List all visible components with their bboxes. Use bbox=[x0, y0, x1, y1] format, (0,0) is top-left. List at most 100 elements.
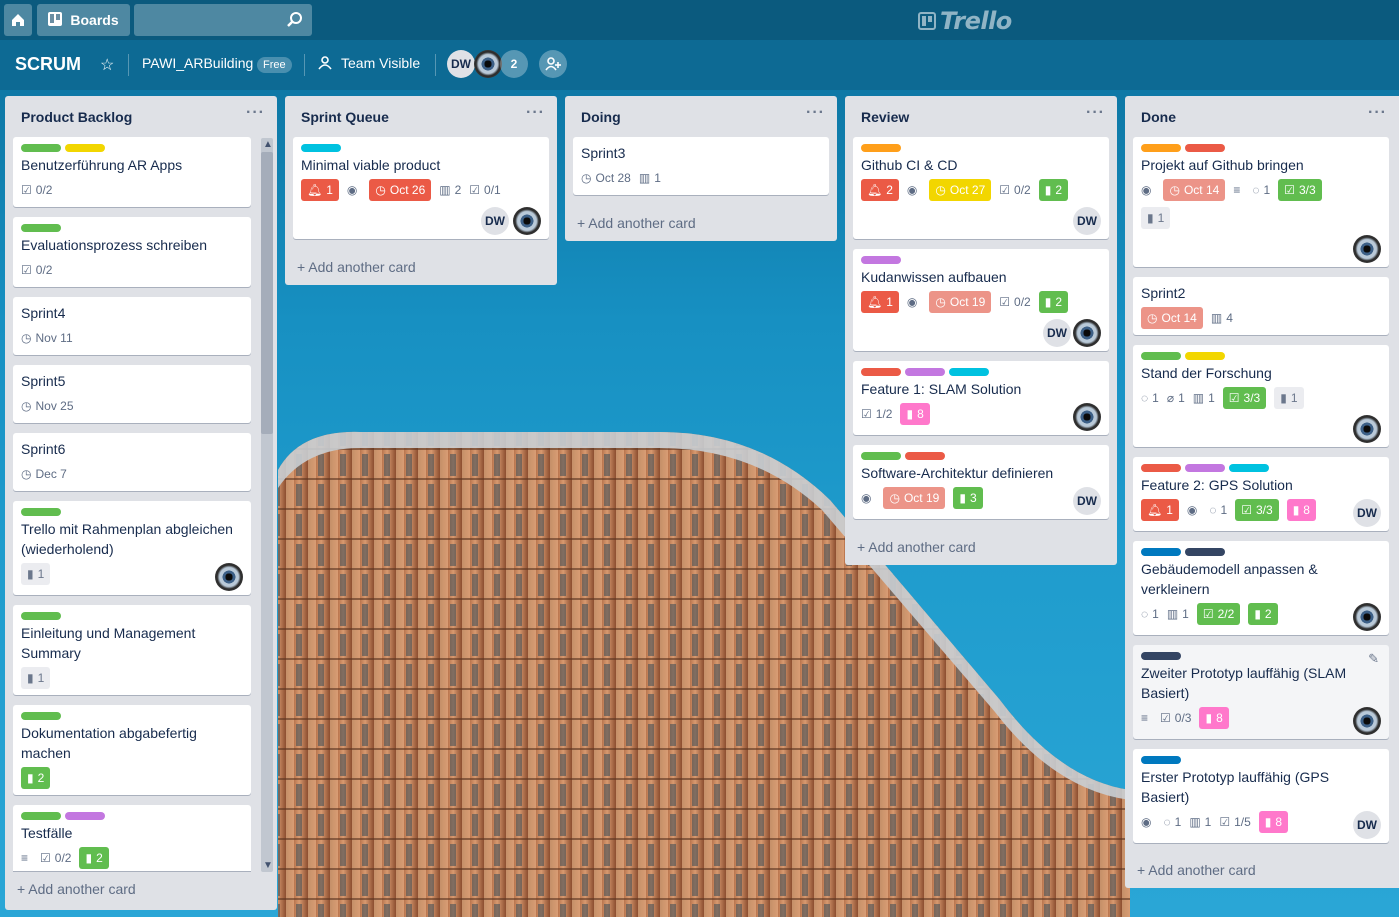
scroll-up-icon[interactable]: ▲ bbox=[263, 139, 273, 150]
scrollbar-thumb[interactable] bbox=[261, 152, 273, 434]
card[interactable]: ✎ Zweiter Prototyp lauffähig (SLAM Basie… bbox=[1133, 645, 1389, 739]
member-avatar-eye[interactable] bbox=[1353, 603, 1381, 631]
add-card-button[interactable]: + Add another card bbox=[297, 259, 416, 275]
star-icon[interactable]: ☆ bbox=[100, 55, 114, 75]
card-title: Kudanwissen aufbauen bbox=[861, 269, 1007, 285]
card[interactable]: Github CI & CD 🔔︎ 2 ◉ ◷ Oct 27 ☑ 0/2 ▮ 2 DW bbox=[853, 137, 1109, 239]
card[interactable]: Feature 2: GPS Solution 🔔︎ 1 ◉ ◌ 1 ☑ 3/3 ▮ 8… bbox=[1133, 457, 1389, 531]
checklist-badge: ☑ 0/2 bbox=[999, 183, 1031, 197]
card[interactable]: Einleitung und Management Summary ▮ 1 bbox=[13, 605, 251, 695]
card[interactable]: Gebäudemodell anpassen & verkleinern ◌ 1 … bbox=[1133, 541, 1389, 635]
card[interactable]: Stand der Forschung ◌ 1 ⌀ 1 ▥ 1 ☑ 3/3 ▮ 1 bbox=[1133, 345, 1389, 447]
invite-member-button[interactable] bbox=[539, 50, 567, 78]
card[interactable]: Dokumentation abgabefertig machen ▮ 2 bbox=[13, 705, 251, 795]
visibility-button[interactable]: Team Visible bbox=[341, 55, 420, 71]
member-avatar-eye[interactable] bbox=[1353, 707, 1381, 735]
card[interactable]: Kudanwissen aufbauen 🔔︎ 1 ◉ ◷ Oct 19 ☑ 0/2 … bbox=[853, 249, 1109, 351]
attachments-badge: ⌀ 1 bbox=[1166, 391, 1185, 405]
member-avatar-eye[interactable] bbox=[474, 50, 502, 78]
list-sprint-queue: Sprint Queue ··· Minimal viable product … bbox=[285, 96, 557, 285]
card-badges: 🔔︎ 2 ◉ ◷ Oct 27 ☑ 0/2 ▮ 2 bbox=[861, 179, 1076, 201]
member-avatar-dw[interactable]: DW bbox=[1353, 499, 1381, 527]
list-title[interactable]: Sprint Queue bbox=[301, 109, 389, 125]
member-avatar-eye[interactable] bbox=[1353, 235, 1381, 263]
list-menu-icon[interactable]: ··· bbox=[526, 104, 545, 122]
add-card-button[interactable]: + Add another card bbox=[1137, 862, 1256, 878]
member-avatar-eye[interactable] bbox=[513, 207, 541, 235]
card[interactable]: Erster Prototyp lauffähig (GPS Basiert) … bbox=[1133, 749, 1389, 843]
due-date-badge: ◷ Nov 25 bbox=[21, 399, 74, 413]
member-avatar-eye[interactable] bbox=[215, 563, 243, 591]
card[interactable]: Testfälle ≡ ☑ 0/2 ▮ 2 bbox=[13, 805, 251, 871]
member-avatar-dw[interactable]: DW bbox=[1073, 487, 1101, 515]
label-purple bbox=[861, 256, 901, 264]
trello-logo[interactable]: Trello bbox=[918, 7, 1012, 35]
card-labels bbox=[1141, 352, 1225, 360]
card[interactable]: Sprint3 ◷ Oct 28 ▥ 1 bbox=[573, 137, 829, 195]
scroll-down-icon[interactable]: ▼ bbox=[263, 860, 273, 871]
list-menu-icon[interactable]: ··· bbox=[1086, 104, 1105, 122]
list-title[interactable]: Doing bbox=[581, 109, 621, 125]
card-badges: ◷ Oct 14 ▥ 4 bbox=[1141, 307, 1241, 329]
card[interactable]: Sprint5 ◷ Nov 25 bbox=[13, 365, 251, 423]
add-card-button[interactable]: + Add another card bbox=[17, 881, 136, 897]
list-menu-icon[interactable]: ··· bbox=[246, 104, 265, 122]
power-up-icon: ▮ bbox=[1044, 295, 1052, 309]
member-avatar-dw[interactable]: DW bbox=[1353, 811, 1381, 839]
checklist-badge: ☑ 0/1 bbox=[469, 183, 501, 197]
card-title: Zweiter Prototyp lauffähig (SLAM Basiert… bbox=[1141, 665, 1347, 701]
card[interactable]: Sprint2 ◷ Oct 14 ▥ 4 bbox=[1133, 277, 1389, 335]
list-menu-icon[interactable]: ··· bbox=[1368, 104, 1387, 122]
member-avatar-dw[interactable]: DW bbox=[1073, 207, 1101, 235]
card[interactable]: Sprint6 ◷ Dec 7 bbox=[13, 433, 251, 491]
board-title[interactable]: SCRUM bbox=[15, 54, 81, 75]
list-scrollbar[interactable]: ▲ ▼ bbox=[261, 138, 273, 872]
card-labels bbox=[861, 452, 945, 460]
list-menu-icon[interactable]: ··· bbox=[806, 104, 825, 122]
card[interactable]: Sprint4 ◷ Nov 11 bbox=[13, 297, 251, 355]
label-purple bbox=[1185, 464, 1225, 472]
card-labels bbox=[1141, 652, 1181, 660]
card-labels bbox=[301, 144, 341, 152]
board-icon: ▥ bbox=[638, 171, 651, 185]
team-name[interactable]: PAWI_ARBuilding bbox=[142, 55, 253, 71]
add-card-button[interactable]: + Add another card bbox=[577, 215, 696, 231]
list-title[interactable]: Review bbox=[861, 109, 909, 125]
power-up-icon: ▮ bbox=[1205, 711, 1213, 725]
card-title: Feature 1: SLAM Solution bbox=[861, 381, 1022, 397]
checklist-badge: ☑ 0/2 bbox=[40, 851, 72, 865]
checklist-badge: ☑ 0/2 bbox=[21, 263, 53, 277]
more-members-count[interactable]: 2 bbox=[500, 50, 528, 78]
card[interactable]: Trello mit Rahmenplan abgleichen (wieder… bbox=[13, 501, 251, 595]
member-avatar-dw[interactable]: DW bbox=[481, 207, 509, 235]
card-title: Sprint6 bbox=[21, 441, 66, 457]
label-red bbox=[861, 368, 901, 376]
card[interactable]: Benutzerführung AR Apps ☑ 0/2 bbox=[13, 137, 251, 207]
label-sky bbox=[949, 368, 989, 376]
card[interactable]: Feature 1: SLAM Solution ☑ 1/2 ▮ 8 bbox=[853, 361, 1109, 435]
member-avatar-dw[interactable]: DW bbox=[447, 50, 475, 78]
card[interactable]: Software-Architektur definieren ◉ ◷ Oct 1… bbox=[853, 445, 1109, 519]
search-icon[interactable] bbox=[286, 11, 304, 32]
checklist-icon: ☑ bbox=[999, 183, 1011, 197]
list-title[interactable]: Product Backlog bbox=[21, 109, 132, 125]
add-card-button[interactable]: + Add another card bbox=[857, 539, 976, 555]
member-avatar-eye[interactable] bbox=[1073, 319, 1101, 347]
member-avatar-dw[interactable]: DW bbox=[1043, 319, 1071, 347]
search-input[interactable] bbox=[134, 4, 312, 36]
card[interactable]: Minimal viable product 🔔︎ 1 ◉ ◷ Oct 26 ▥ 2 … bbox=[293, 137, 549, 239]
home-button[interactable] bbox=[4, 4, 32, 36]
card-badges: ▮ 2 bbox=[21, 767, 58, 789]
member-avatar-eye[interactable] bbox=[1073, 403, 1101, 431]
card[interactable]: Projekt auf Github bringen ◉ ◷ Oct 14 ≡ ◌… bbox=[1133, 137, 1389, 267]
notification-badge: 🔔︎ 1 bbox=[861, 291, 899, 313]
divider bbox=[128, 54, 129, 76]
card-labels bbox=[1141, 144, 1225, 152]
card-badges: ◷ Nov 25 bbox=[21, 395, 82, 417]
list-header: Done ··· bbox=[1125, 96, 1399, 136]
label-sky bbox=[1229, 464, 1269, 472]
list-title[interactable]: Done bbox=[1141, 109, 1176, 125]
boards-button[interactable]: Boards bbox=[37, 4, 130, 36]
card[interactable]: Evaluationsprozess schreiben ☑ 0/2 bbox=[13, 217, 251, 287]
member-avatar-eye[interactable] bbox=[1353, 415, 1381, 443]
